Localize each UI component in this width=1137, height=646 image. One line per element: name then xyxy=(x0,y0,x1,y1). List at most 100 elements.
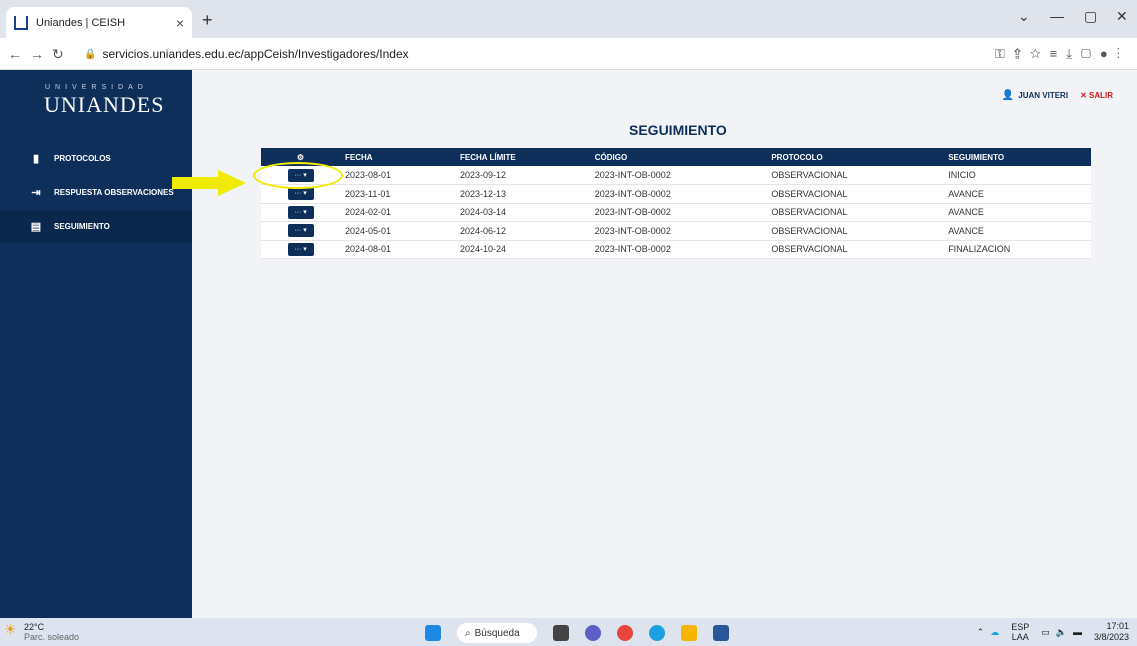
minimize-button[interactable]: — xyxy=(1050,8,1064,24)
back-icon[interactable]: ← xyxy=(8,46,22,62)
table-cell: OBSERVACIONAL xyxy=(766,184,944,204)
address-bar[interactable]: 🔒 servicios.uniandes.edu.ec/appCeish/Inv… xyxy=(84,42,1124,66)
browser-tab-strip: Uniandes | CEISH × + ⌄ — ▢ ✕ xyxy=(0,0,1137,38)
clock-time: 17:01 xyxy=(1106,621,1129,631)
row-actions-button[interactable]: ··· ▾ xyxy=(287,242,314,256)
volume-icon[interactable]: 🔈 xyxy=(1056,627,1067,638)
weather-desc: Parc. soleado xyxy=(24,632,80,642)
browser-toolbar: ← → ↻ 🔒 servicios.uniandes.edu.ec/appCei… xyxy=(0,38,1137,70)
table-cell: 2023-11-01 xyxy=(340,184,455,204)
system-tray: ⌃ ☁ ESP LAA ▭ 🔈 ▬ 17:01 3/8/2023 xyxy=(977,621,1129,643)
restore-button[interactable]: ▢ xyxy=(1084,8,1097,25)
language-indicator[interactable]: ESP LAA xyxy=(1011,622,1029,642)
table-cell: 2023-INT-OB-0002 xyxy=(589,240,767,259)
task-view-icon[interactable] xyxy=(553,625,569,641)
column-header: FECHA LÍMITE xyxy=(454,148,590,166)
table-cell: AVANCE xyxy=(943,184,1091,204)
sidebar-item-label: PROTOCOLOS xyxy=(54,153,111,163)
column-header: FECHA xyxy=(340,148,455,166)
network-icon[interactable]: ▭ xyxy=(1041,627,1050,638)
table-cell: 2023-09-12 xyxy=(454,166,590,185)
table-cell: 2023-INT-OB-0002 xyxy=(589,221,767,241)
highlight-ellipse xyxy=(253,162,343,189)
clock[interactable]: 17:01 3/8/2023 xyxy=(1094,621,1129,643)
tab-close-button[interactable]: × xyxy=(176,15,184,31)
weather-sun-icon: ☀ xyxy=(4,621,17,637)
taskbar-search[interactable]: ⌕ Búsqueda xyxy=(457,623,537,643)
user-box: 👤 JUAN VITERI ✕ SALIR xyxy=(1002,90,1113,101)
taskbar: ☀ 22°C Parc. soleado ⌕ Búsqueda ⌃ ☁ ESP … xyxy=(0,618,1137,646)
chat-icon[interactable] xyxy=(585,625,601,641)
action-cell: ··· ▾ xyxy=(261,221,340,241)
logo-top-text: UNIVERSIDAD xyxy=(45,84,148,91)
row-actions-button[interactable]: ··· ▾ xyxy=(287,224,314,238)
sidebar-item-respuesta-observaciones[interactable]: ⇥ RESPUESTA OBSERVACIONES xyxy=(0,176,192,208)
sidebar: UNIVERSIDAD UNIANDES ▮ PROTOCOLOS ⇥ RESP… xyxy=(0,70,192,618)
table-cell: OBSERVACIONAL xyxy=(766,166,944,185)
seguimiento-table: ⚙ FECHA FECHA LÍMITE CÓDIGO PROTOCOLO SE… xyxy=(261,148,1091,259)
column-header: CÓDIGO xyxy=(589,148,767,166)
table-row: ··· ▾ 2023-08-01 2023-09-12 2023-INT-OB-… xyxy=(261,166,1091,185)
logo: UNIANDES xyxy=(44,92,165,117)
logout-button[interactable]: ✕ SALIR xyxy=(1080,91,1113,100)
logout-label: SALIR xyxy=(1089,91,1113,100)
sidebar-item-label: RESPUESTA OBSERVACIONES xyxy=(54,187,174,197)
table-cell: INICIO xyxy=(943,166,1091,185)
document-icon: ▮ xyxy=(32,152,40,165)
table-cell: 2024-05-01 xyxy=(340,221,455,241)
tab-title: Uniandes | CEISH xyxy=(36,16,126,29)
table-cell: OBSERVACIONAL xyxy=(766,240,944,259)
sign-in-icon: ⇥ xyxy=(31,186,41,199)
user-icon: 👤 xyxy=(1001,90,1015,101)
onedrive-icon[interactable]: ☁ xyxy=(990,627,999,638)
table-row: ··· ▾ 2023-11-01 2023-12-13 2023-INT-OB-… xyxy=(261,184,1091,204)
table-cell: 2023-12-13 xyxy=(454,184,590,204)
url-text: servicios.uniandes.edu.ec/appCeish/Inves… xyxy=(102,47,409,61)
highlight-arrow-icon xyxy=(172,170,246,196)
user-name[interactable]: JUAN VITERI xyxy=(1018,91,1068,100)
battery-icon[interactable]: ▬ xyxy=(1073,627,1082,637)
file-text-icon: ▤ xyxy=(30,220,42,233)
screen: Uniandes | CEISH × + ⌄ — ▢ ✕ ← → ↻ 🔒 ser… xyxy=(0,0,1137,646)
row-actions-button[interactable]: ··· ▾ xyxy=(287,205,314,219)
windows-start-icon[interactable] xyxy=(425,625,441,641)
file-explorer-icon[interactable] xyxy=(681,625,697,641)
row-actions-button[interactable]: ··· ▾ xyxy=(287,187,314,201)
forward-icon[interactable]: → xyxy=(30,46,44,62)
new-tab-button[interactable]: + xyxy=(202,10,213,31)
tray-chevron-icon[interactable]: ⌃ xyxy=(977,627,985,638)
reload-icon[interactable]: ↻ xyxy=(52,46,64,63)
table-cell: 2023-08-01 xyxy=(340,166,455,185)
table-cell: OBSERVACIONAL xyxy=(766,221,944,241)
tab-search-icon[interactable]: ⌄ xyxy=(1018,8,1030,25)
edge-icon[interactable] xyxy=(649,625,665,641)
table-cell: 2024-02-01 xyxy=(340,203,455,222)
table-cell: FINALIZACION xyxy=(943,240,1091,259)
table-row: ··· ▾ 2024-05-01 2024-06-12 2023-INT-OB-… xyxy=(261,221,1091,241)
sidebar-item-label: SEGUIMIENTO xyxy=(54,221,110,231)
table-row: ··· ▾ 2024-08-01 2024-10-24 2023-INT-OB-… xyxy=(261,240,1091,259)
app-area: UNIVERSIDAD UNIANDES ▮ PROTOCOLOS ⇥ RESP… xyxy=(0,70,1137,618)
lang-code: ESP xyxy=(1011,622,1030,632)
weather-widget[interactable]: ☀ 22°C Parc. soleado xyxy=(4,622,80,642)
chrome-icon[interactable] xyxy=(617,625,633,641)
word-icon[interactable] xyxy=(713,625,729,641)
table-cell: 2024-10-24 xyxy=(454,240,590,259)
window-close-button[interactable]: ✕ xyxy=(1116,8,1128,25)
table-cell: AVANCE xyxy=(943,203,1091,222)
table-cell: 2024-06-12 xyxy=(454,221,590,241)
table-header-row: ⚙ FECHA FECHA LÍMITE CÓDIGO PROTOCOLO SE… xyxy=(261,148,1091,166)
gear-icon: ⚙ xyxy=(296,152,305,162)
sidebar-item-protocolos[interactable]: ▮ PROTOCOLOS xyxy=(0,142,192,174)
table-cell: 2023-INT-OB-0002 xyxy=(589,184,767,204)
table-cell: OBSERVACIONAL xyxy=(766,203,944,222)
action-cell: ··· ▾ xyxy=(261,240,340,259)
clock-date: 3/8/2023 xyxy=(1093,632,1129,642)
browser-tab[interactable]: Uniandes | CEISH × xyxy=(6,7,192,38)
table-cell: 2023-INT-OB-0002 xyxy=(589,203,767,222)
table-cell: AVANCE xyxy=(943,221,1091,241)
weather-temp: 22°C xyxy=(24,622,45,632)
sidebar-item-seguimiento[interactable]: ▤ SEGUIMIENTO xyxy=(0,210,192,242)
toolbar-icons[interactable]: ⚿⇪☆≡⤓▢●⋮ xyxy=(995,46,1129,62)
lock-icon: 🔒 xyxy=(84,48,97,60)
